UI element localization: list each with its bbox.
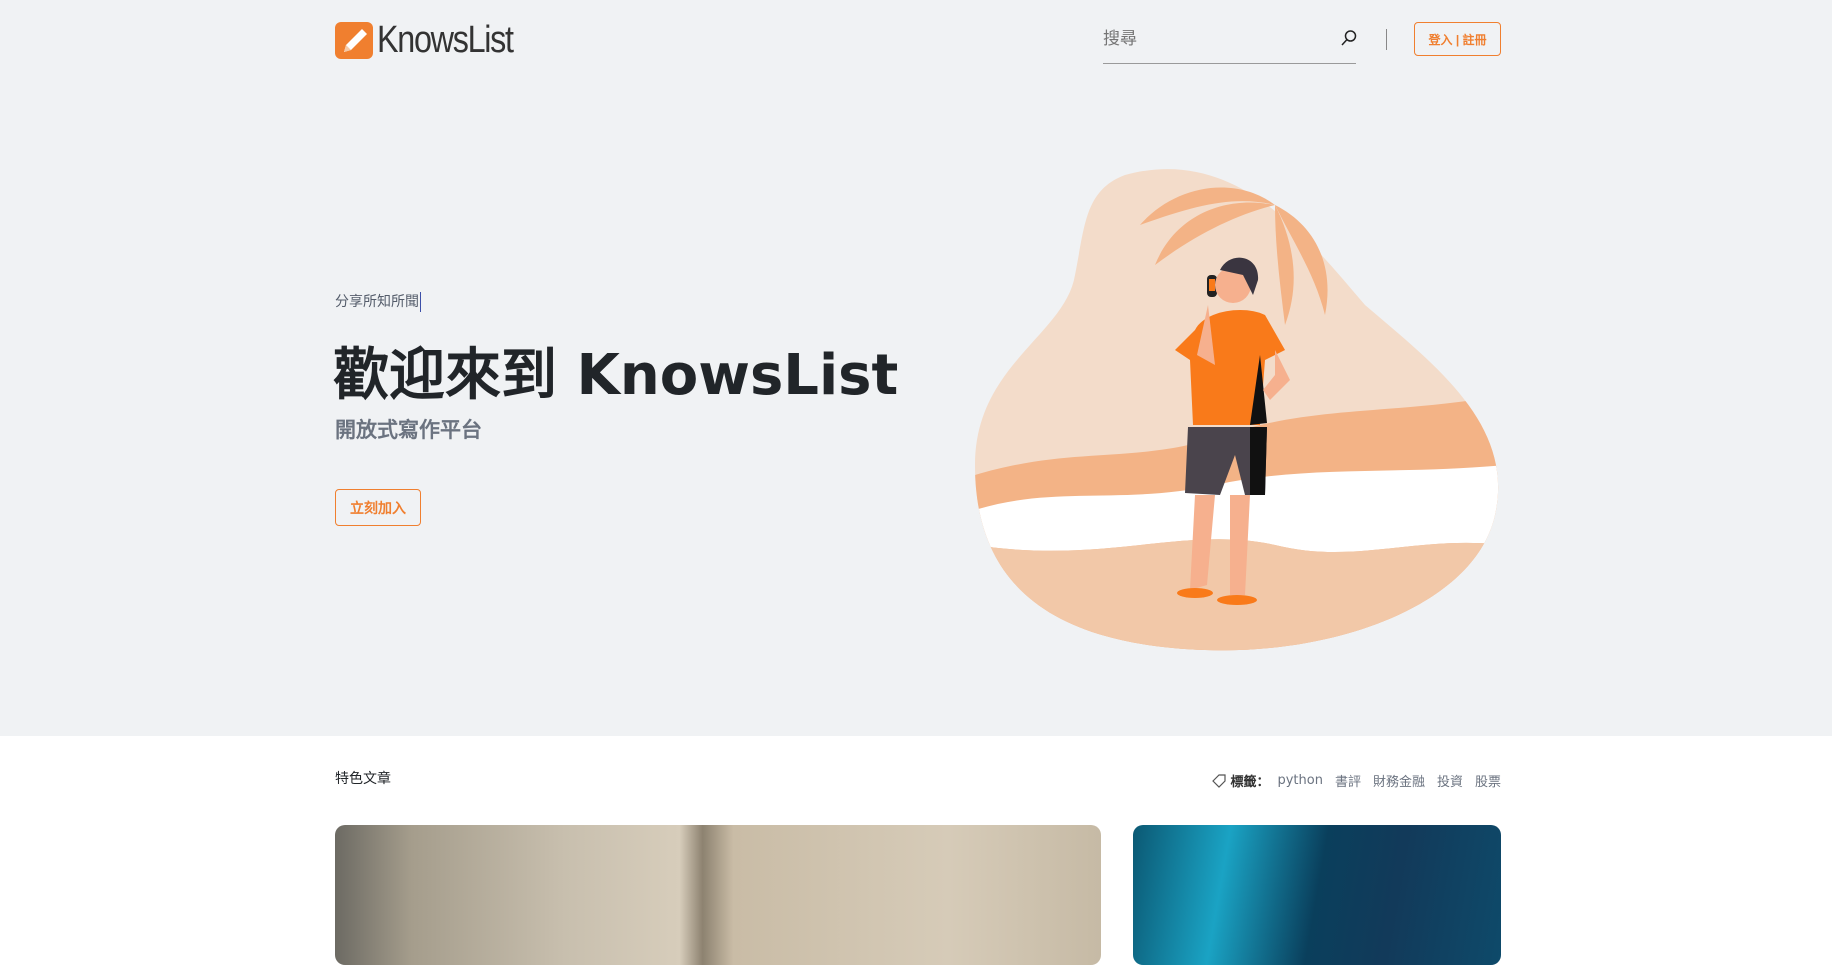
hero-subtitle: 開放式寫作平台 xyxy=(335,418,482,442)
tags-label: 標籤： xyxy=(1212,771,1269,790)
pencil-logo-icon xyxy=(335,21,373,59)
hero-kicker: 分享所知所聞 xyxy=(335,291,421,312)
logo-text: KnowsList xyxy=(377,19,514,61)
tag-list: 標籤： python 書評 財務金融 投資 股票 xyxy=(1212,771,1501,790)
join-now-button[interactable]: 立刻加入 xyxy=(335,489,421,526)
tag-stocks[interactable]: 股票 xyxy=(1475,771,1501,790)
tag-icon xyxy=(1212,773,1227,788)
beach-illustration xyxy=(975,165,1505,659)
logo[interactable]: KnowsList xyxy=(335,21,537,59)
tag-investing[interactable]: 投資 xyxy=(1437,771,1463,790)
tag-book-review[interactable]: 書評 xyxy=(1335,771,1361,790)
header-divider xyxy=(1386,29,1387,50)
login-register-button[interactable]: 登入 | 註冊 xyxy=(1414,22,1501,56)
tag-finance[interactable]: 財務金融 xyxy=(1373,771,1425,790)
featured-article-card-side[interactable] xyxy=(1133,825,1501,965)
search-input[interactable] xyxy=(1103,24,1323,54)
featured-article-card-main[interactable] xyxy=(335,825,1101,965)
search-box xyxy=(1103,24,1358,64)
tag-python[interactable]: python xyxy=(1277,773,1322,788)
search-icon[interactable] xyxy=(1340,29,1358,51)
hero-kicker-text: 分享所知所聞 xyxy=(335,294,419,310)
text-caret xyxy=(420,292,421,312)
tags-label-text: 標籤： xyxy=(1230,775,1270,790)
hero-title: 歡迎來到 KnowsList xyxy=(333,343,899,408)
featured-articles-heading: 特色文章 xyxy=(335,771,391,787)
hero-section xyxy=(0,0,1832,736)
